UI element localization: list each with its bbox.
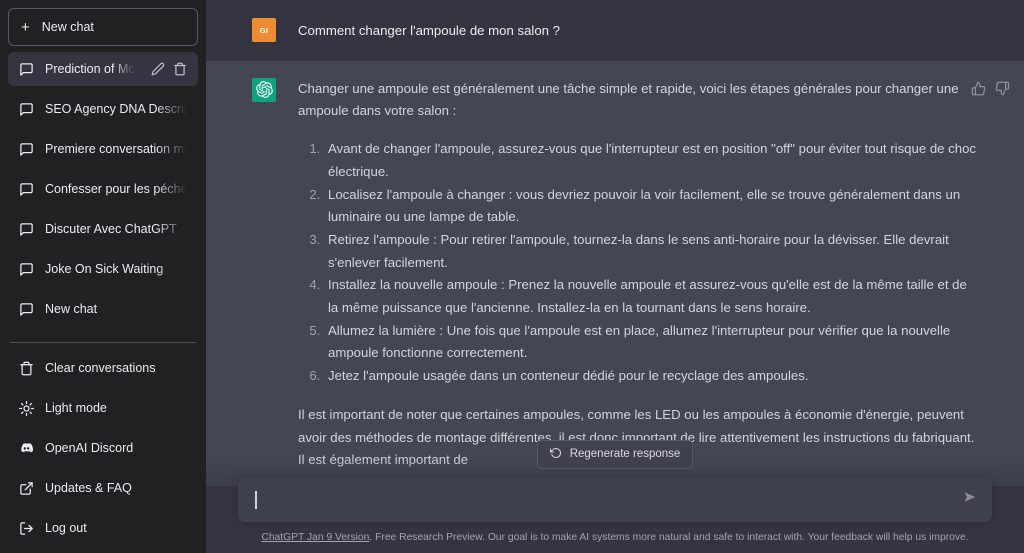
send-arrow-icon[interactable] <box>952 489 978 510</box>
list-item: Jetez l'ampoule usagée dans un conteneur… <box>324 365 978 388</box>
list-item: Retirez l'ampoule : Pour retirer l'ampou… <box>324 229 978 274</box>
pencil-icon[interactable] <box>150 62 165 77</box>
thumbs-up-icon[interactable] <box>971 81 986 96</box>
user-message-text: Comment changer l'ampoule de mon salon ? <box>298 23 561 38</box>
sidebar-item-log-out[interactable]: Log out <box>8 511 198 545</box>
discord-icon <box>19 441 34 456</box>
conversation-label: GPT-3 Playground Date <box>45 332 187 338</box>
input-bar-wrapper <box>206 477 1024 522</box>
external-link-icon <box>19 481 34 496</box>
chat-bubble-icon <box>19 182 34 197</box>
version-link[interactable]: ChatGPT Jan 9 Version <box>261 532 369 543</box>
new-chat-button[interactable]: + New chat <box>8 8 198 46</box>
sidebar-item-openai-discord[interactable]: OpenAI Discord <box>8 431 198 465</box>
openai-logo-icon <box>255 81 273 99</box>
logout-icon <box>19 521 34 536</box>
chat-bubble-icon <box>19 222 34 237</box>
sidebar-item-updates-and-faq[interactable]: Updates & FAQ <box>8 471 198 505</box>
main-content: GI Comment changer l'ampoule de mon salo… <box>206 0 1024 553</box>
assistant-message-row: Changer une ampoule est généralement une… <box>206 60 1024 486</box>
sidebar-conversation-new-chat[interactable]: New chat <box>8 292 198 326</box>
sidebar-item-light-mode[interactable]: Light mode <box>8 391 198 425</box>
chat-bubble-icon <box>19 142 34 157</box>
trash-icon[interactable] <box>172 62 187 77</box>
sidebar-conversation-confesser-pour-les-peches[interactable]: Confesser pour les péchés? <box>8 172 198 206</box>
assistant-message-text: Changer une ampoule est généralement une… <box>298 78 978 472</box>
sidebar-item-label: Log out <box>45 521 87 535</box>
conversation-label: Confesser pour les péchés? <box>45 182 187 196</box>
thumbs-down-icon[interactable] <box>995 81 1010 96</box>
refresh-icon <box>549 447 562 462</box>
sidebar-item-label: Updates & FAQ <box>45 481 132 495</box>
chatgpt-app: + New chat Prediction of McDonal <box>0 0 1024 553</box>
sidebar-divider <box>10 342 196 343</box>
sidebar-conversation-gpt-3-playground-date[interactable]: GPT-3 Playground Date <box>8 332 198 338</box>
disclaimer-text: . Free Research Preview. Our goal is to … <box>369 531 969 543</box>
list-item: Localisez l'ampoule à changer : vous dev… <box>324 184 978 229</box>
user-message-row: GI Comment changer l'ampoule de mon salo… <box>206 0 1024 61</box>
sidebar-conversation-discuter-avec-chatgpt[interactable]: Discuter Avec ChatGPT <box>8 212 198 246</box>
conversation-label: SEO Agency DNA Description. <box>45 102 187 116</box>
conversation-label: Discuter Avec ChatGPT <box>45 222 177 236</box>
conversation-list: Prediction of McDonal SEO Agency DNA Des… <box>8 52 198 338</box>
list-item: Avant de changer l'ampoule, assurez-vous… <box>324 138 978 183</box>
assistant-intro: Changer une ampoule est généralement une… <box>298 80 959 119</box>
assistant-steps-list: Avant de changer l'ampoule, assurez-vous… <box>298 138 978 388</box>
composer: Regenerate response ChatGPT Jan 9 Versio… <box>206 439 1024 553</box>
feedback-buttons <box>971 81 1010 96</box>
plus-icon: + <box>21 18 30 36</box>
chat-input[interactable] <box>254 477 952 522</box>
regenerate-response-button[interactable]: Regenerate response <box>536 439 694 469</box>
chat-bubble-icon <box>19 262 34 277</box>
regenerate-wrapper: Regenerate response <box>206 439 1024 469</box>
conversation-label: New chat <box>45 302 98 316</box>
new-chat-label: New chat <box>41 20 94 34</box>
conversation-label: Prediction of McDonal <box>45 62 139 76</box>
sidebar-item-clear-conversations[interactable]: Clear conversations <box>8 351 198 385</box>
sidebar-conversation-joke-on-sick-waiting[interactable]: Joke On Sick Waiting <box>8 252 198 286</box>
sidebar-item-label: OpenAI Discord <box>45 441 134 455</box>
sidebar-conversation-prediction-of-mcdonal[interactable]: Prediction of McDonal <box>8 52 198 86</box>
chat-bubble-icon <box>19 302 34 317</box>
conversation-actions <box>150 62 187 77</box>
sidebar-item-label: Clear conversations <box>45 361 156 375</box>
footer-disclaimer: ChatGPT Jan 9 Version. Free Research Pre… <box>206 522 1024 553</box>
input-bar[interactable] <box>238 477 992 522</box>
chat-bubble-icon <box>19 62 34 77</box>
sidebar-item-label: Light mode <box>45 401 107 415</box>
sidebar-conversation-seo-agency-dna-description[interactable]: SEO Agency DNA Description. <box>8 92 198 126</box>
list-item: Allumez la lumière : Une fois que l'ampo… <box>324 320 978 365</box>
chat-bubble-icon <box>19 102 34 117</box>
avatar-assistant <box>252 77 276 102</box>
conversation-label: Joke On Sick Waiting <box>45 262 164 276</box>
trash-icon <box>19 361 34 376</box>
sun-icon <box>19 400 34 416</box>
text-caret <box>255 490 257 509</box>
conversation-label: Premiere conversation manqu <box>45 142 187 156</box>
sidebar-conversation-premiere-conversation-manqu[interactable]: Premiere conversation manqu <box>8 132 198 166</box>
regenerate-response-label: Regenerate response <box>569 448 681 461</box>
avatar-initials: GI <box>259 25 269 35</box>
list-item: Installez la nouvelle ampoule : Prenez l… <box>324 274 978 319</box>
sidebar: + New chat Prediction of McDonal <box>0 0 206 553</box>
avatar-user: GI <box>252 18 276 42</box>
